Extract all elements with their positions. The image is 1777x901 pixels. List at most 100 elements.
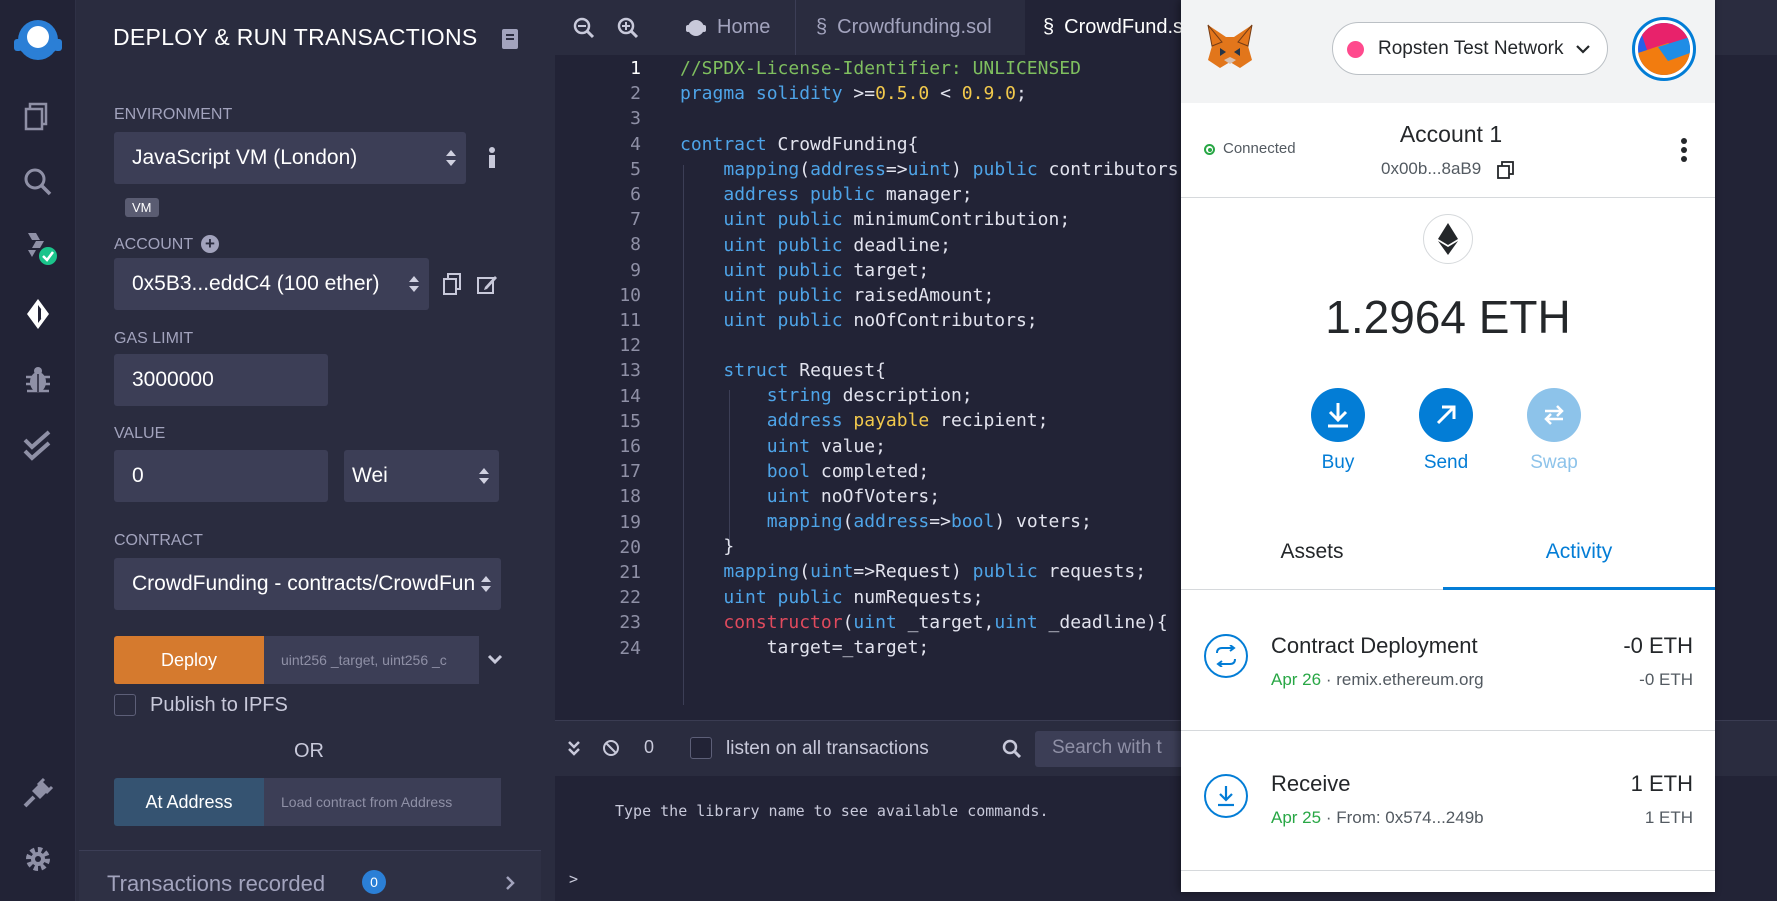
line-number: 10 bbox=[619, 284, 641, 306]
info-icon[interactable] bbox=[486, 146, 498, 175]
send-label[interactable]: Send bbox=[1419, 452, 1473, 474]
icon-panel bbox=[0, 0, 76, 901]
transactions-recorded-label: Transactions recorded bbox=[107, 871, 326, 896]
environment-select[interactable]: JavaScript VM (London) bbox=[114, 132, 466, 184]
swap-button[interactable] bbox=[1527, 388, 1581, 442]
line-number: 8 bbox=[630, 234, 641, 256]
line-number: 16 bbox=[619, 436, 641, 457]
line-number: 7 bbox=[630, 209, 641, 231]
deploy-run-icon[interactable] bbox=[18, 294, 58, 334]
activity-subtitle: Apr 25 · From: 0x574...249b bbox=[1271, 808, 1484, 827]
ethereum-icon bbox=[1423, 214, 1473, 264]
copy-address-icon[interactable] bbox=[1497, 161, 1515, 184]
plugin-manager-icon[interactable] bbox=[18, 773, 58, 813]
contract-label: CONTRACT bbox=[114, 532, 203, 549]
remix-logo-icon[interactable] bbox=[6, 14, 70, 66]
send-arrow-icon bbox=[1436, 405, 1456, 425]
add-account-icon[interactable]: + bbox=[201, 235, 219, 253]
network-status-dot bbox=[1347, 41, 1364, 58]
activity-item[interactable]: Contract Deployment Apr 26 · remix.ether… bbox=[1181, 591, 1715, 731]
line-number: 21 bbox=[619, 562, 641, 583]
line-number: 17 bbox=[619, 461, 641, 483]
at-address-button[interactable]: At Address bbox=[114, 778, 264, 826]
collapse-terminal-icon[interactable] bbox=[567, 740, 581, 761]
buy-label[interactable]: Buy bbox=[1311, 452, 1365, 474]
at-address-input[interactable]: Load contract from Address bbox=[264, 778, 501, 826]
value-input[interactable]: 0 bbox=[114, 450, 328, 502]
activity-title: Contract Deployment bbox=[1271, 633, 1478, 658]
code-line-4: contract CrowdFunding{ bbox=[680, 134, 919, 155]
select-arrows-icon bbox=[446, 148, 456, 168]
listen-all-label: listen on all transactions bbox=[726, 738, 929, 759]
tab-label: CrowdFund.s bbox=[1064, 16, 1184, 38]
solidity-compiler-icon[interactable] bbox=[18, 228, 58, 268]
tab-crowdfund-sol[interactable]: § CrowdFund.s bbox=[1025, 0, 1201, 55]
code-line-2: pragma solidity >=0.5.0 < 0.9.0; bbox=[680, 83, 1027, 104]
account-avatar[interactable] bbox=[1632, 17, 1696, 81]
code-line-23: constructor(uint _target,uint _deadline)… bbox=[723, 612, 1168, 633]
line-number: 20 bbox=[619, 536, 641, 558]
code-line-20: } bbox=[680, 536, 735, 557]
publish-ipfs-checkbox[interactable] bbox=[114, 694, 136, 716]
chevron-down-icon bbox=[1576, 45, 1590, 54]
line-number: 2 bbox=[630, 83, 641, 105]
terminal-prompt[interactable]: > bbox=[569, 870, 578, 888]
account-options-icon[interactable] bbox=[1681, 138, 1687, 167]
testing-icon[interactable] bbox=[18, 426, 58, 466]
chevron-down-icon[interactable] bbox=[487, 652, 503, 670]
contract-select[interactable]: CrowdFunding - contracts/CrowdFun bbox=[114, 558, 501, 610]
code-line-17: bool completed; bbox=[766, 461, 930, 482]
account-name[interactable]: Account 1 bbox=[1391, 121, 1511, 148]
deploy-button[interactable]: Deploy bbox=[114, 636, 264, 684]
account-select[interactable]: 0x5B3...eddC4 (100 ether) bbox=[114, 258, 429, 310]
code-line-18: uint noOfVoters; bbox=[766, 486, 941, 507]
copy-icon[interactable] bbox=[442, 273, 462, 300]
account-label: ACCOUNT bbox=[114, 236, 194, 253]
edit-icon[interactable] bbox=[476, 273, 498, 300]
line-number: 4 bbox=[630, 133, 641, 155]
zoom-in-icon[interactable] bbox=[617, 17, 639, 44]
metamask-tabs: Assets Activity bbox=[1181, 520, 1715, 590]
documentation-icon[interactable] bbox=[500, 28, 520, 55]
zoom-out-icon[interactable] bbox=[573, 17, 595, 44]
gas-limit-input[interactable]: 3000000 bbox=[114, 354, 328, 406]
contract-value: CrowdFunding - contracts/CrowdFun bbox=[132, 572, 476, 595]
activity-detail: From: 0x574...249b bbox=[1336, 808, 1484, 827]
clear-console-icon[interactable] bbox=[602, 739, 620, 762]
value-unit-select[interactable]: Wei bbox=[344, 450, 499, 502]
tab-crowdfunding-sol[interactable]: § Crowdfunding.sol bbox=[795, 0, 1012, 55]
connected-status-icon bbox=[1204, 144, 1215, 155]
line-number: 9 bbox=[630, 259, 641, 281]
code-line-13: struct Request{ bbox=[723, 360, 886, 381]
tab-activity[interactable]: Activity bbox=[1443, 540, 1715, 564]
account-bar: Connected Account 1 0x00b...8aB9 bbox=[1181, 103, 1715, 198]
code-line-1: //SPDX-License-Identifier: UNLICENSED bbox=[680, 58, 1081, 79]
gas-limit-label: GAS LIMIT bbox=[114, 330, 194, 347]
network-selector[interactable]: Ropsten Test Network bbox=[1332, 22, 1608, 75]
connected-label[interactable]: Connected bbox=[1223, 140, 1296, 157]
tab-assets[interactable]: Assets bbox=[1181, 540, 1443, 564]
activity-item[interactable]: Receive Apr 25 · From: 0x574...249b 1 ET… bbox=[1181, 731, 1715, 871]
line-number: 12 bbox=[619, 335, 641, 357]
file-explorer-icon[interactable] bbox=[18, 96, 58, 136]
deploy-run-panel: DEPLOY & RUN TRANSACTIONS ENVIRONMENT Ja… bbox=[76, 0, 625, 901]
buy-button[interactable] bbox=[1311, 388, 1365, 442]
or-label: OR bbox=[294, 740, 324, 762]
swap-label[interactable]: Swap bbox=[1527, 452, 1581, 474]
line-number: 14 bbox=[619, 385, 641, 407]
transactions-recorded-section[interactable]: Transactions recorded 0 bbox=[79, 850, 541, 901]
search-icon[interactable] bbox=[18, 162, 58, 202]
deploy-params-input[interactable]: uint256 _target, uint256 _c bbox=[264, 636, 479, 684]
metamask-fox-icon[interactable] bbox=[1204, 22, 1256, 77]
settings-icon[interactable] bbox=[18, 839, 58, 879]
debugger-icon[interactable] bbox=[18, 360, 58, 400]
tab-home[interactable]: Home bbox=[667, 0, 788, 55]
tab-label: Crowdfunding.sol bbox=[837, 16, 992, 38]
send-button[interactable] bbox=[1419, 388, 1473, 442]
code-line-16: uint value; bbox=[766, 436, 886, 457]
listen-all-checkbox[interactable] bbox=[690, 737, 712, 759]
search-icon bbox=[1002, 739, 1022, 764]
line-number: 22 bbox=[619, 587, 641, 609]
account-address[interactable]: 0x00b...8aB9 bbox=[1381, 159, 1481, 179]
account-value: 0x5B3...eddC4 (100 ether) bbox=[132, 272, 380, 295]
